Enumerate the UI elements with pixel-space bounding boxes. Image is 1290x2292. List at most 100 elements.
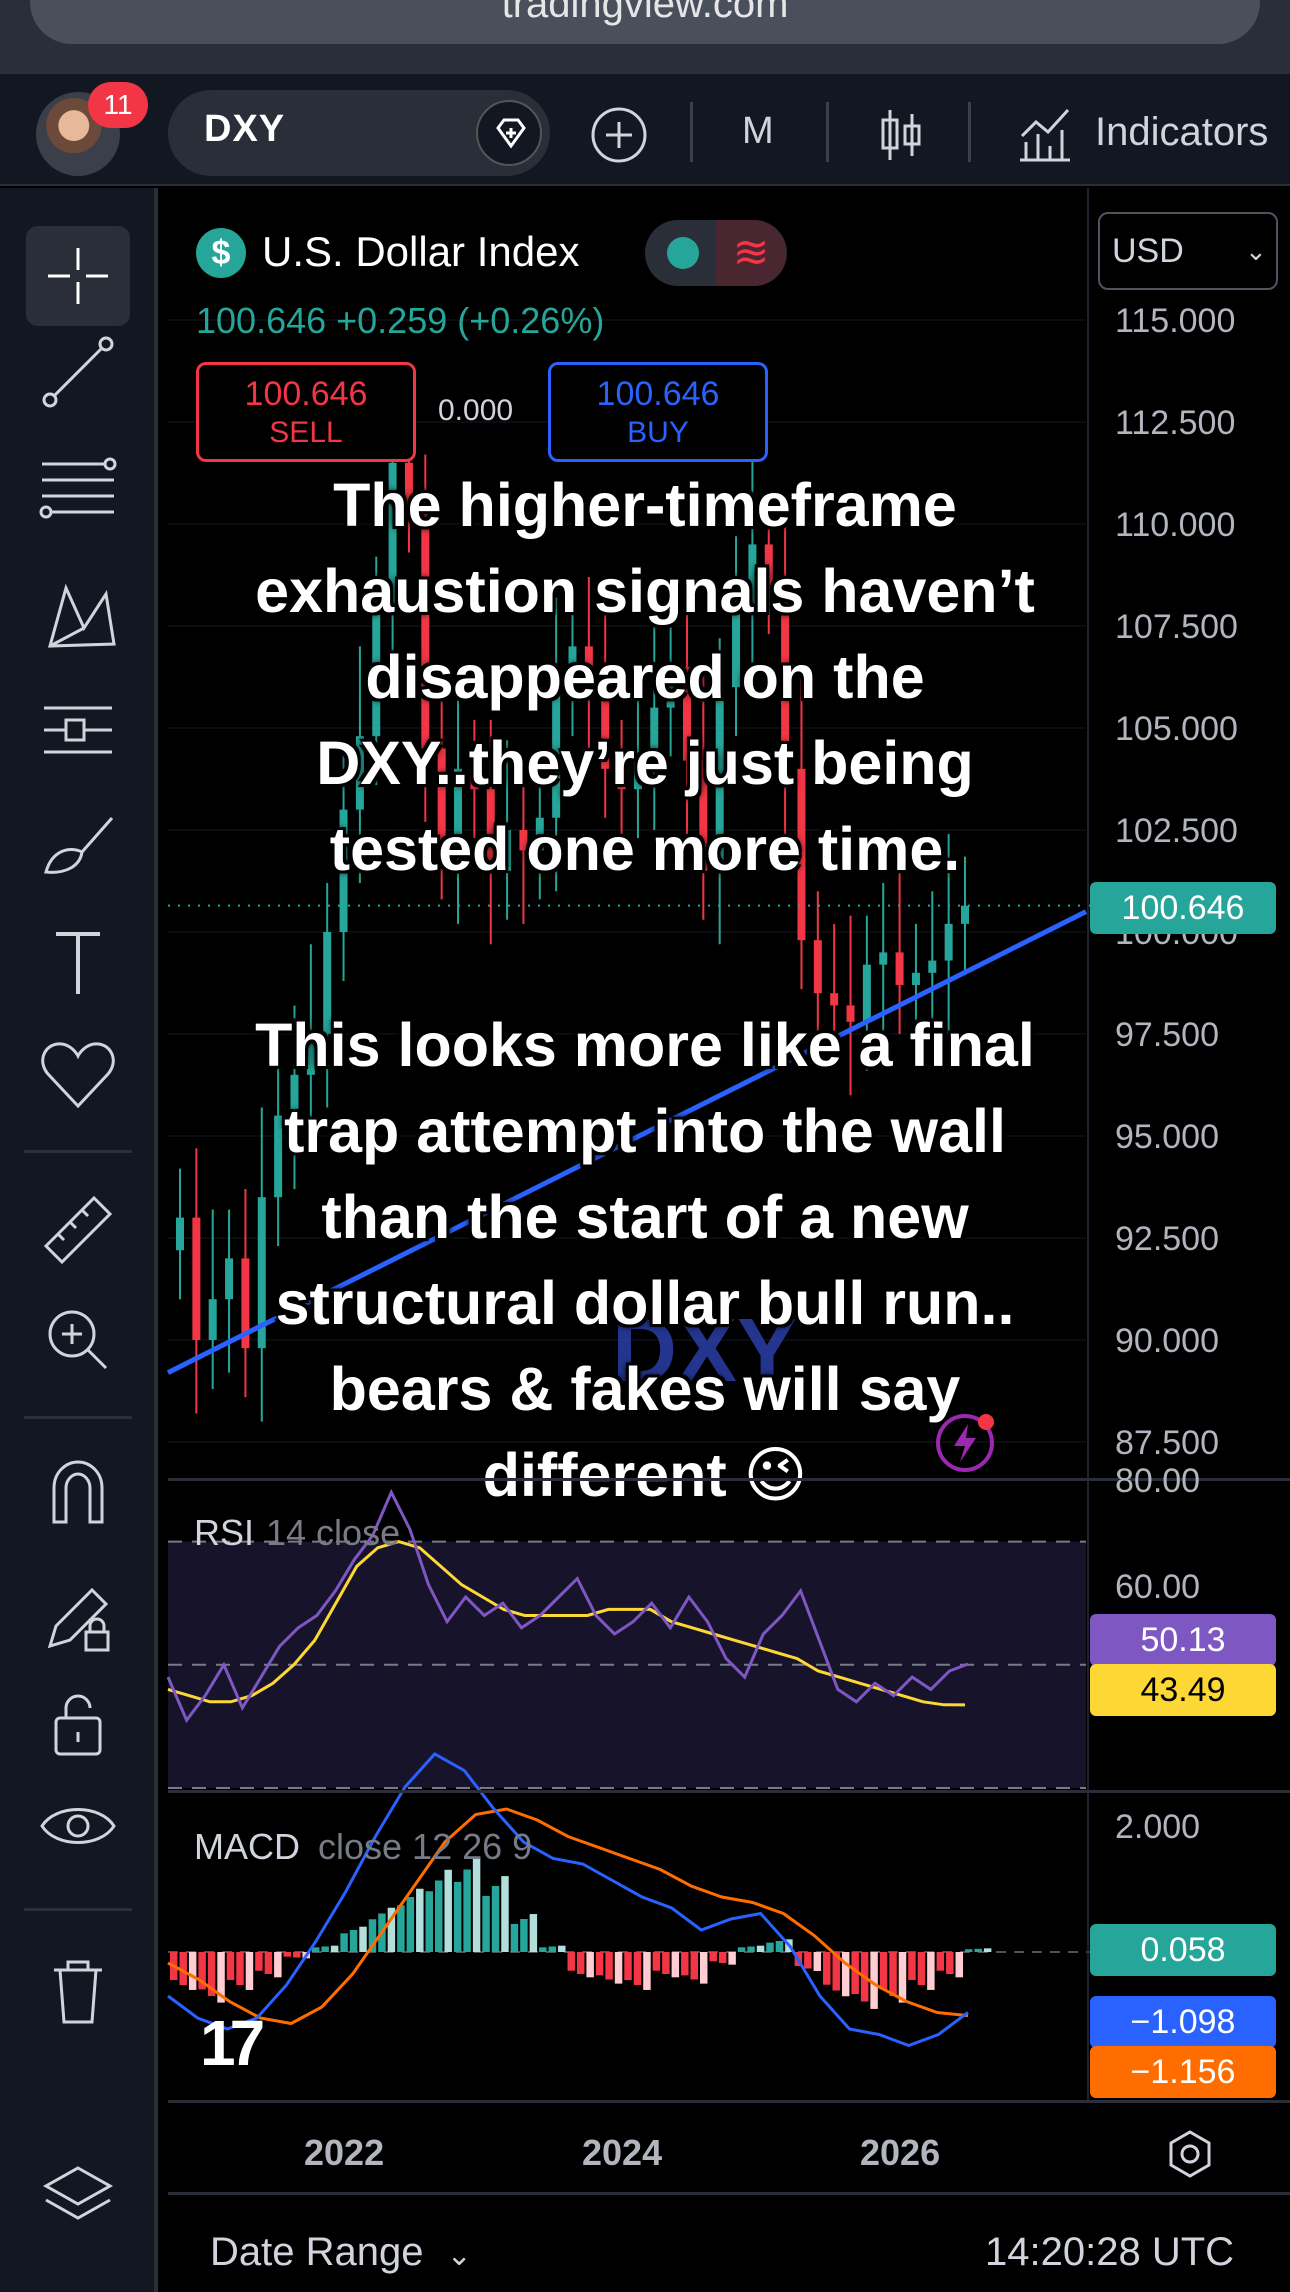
macd-histogram-bar [255, 1952, 263, 1971]
tradingview-logo[interactable]: 17 [200, 2006, 265, 2080]
macd-histogram-bar [946, 1952, 954, 1974]
buy-price: 100.646 [596, 375, 720, 413]
macd-histogram-bar [416, 1888, 424, 1952]
macd-histogram-bar [330, 1945, 339, 1952]
macd-histogram-bar [927, 1952, 935, 1990]
macd-histogram-bar [898, 1952, 907, 2003]
spread: 0.000 [438, 394, 514, 427]
settings-icon[interactable] [1162, 2126, 1218, 2182]
macd-histogram-bar [463, 1869, 471, 1952]
rsi-label: RSI [194, 1512, 255, 1553]
caption-block-1: The higher-timeframe exhaustion signals … [170, 462, 1120, 892]
year-label: 2024 [582, 2132, 663, 2173]
sell-price: 100.646 [244, 375, 368, 413]
macd-histogram-bar [662, 1952, 670, 1974]
macd-histogram-bar [965, 1949, 973, 1952]
macd-histogram-bar [974, 1948, 982, 1952]
macd-histogram-bar [804, 1952, 812, 1969]
candle-body [813, 940, 822, 994]
candle-body [911, 972, 920, 986]
macd-histogram-bar [671, 1952, 680, 1978]
clock: 14:20:28 UTC [985, 2230, 1235, 2274]
macd-histogram-bar [983, 1948, 992, 1952]
macd-histogram-bar [690, 1952, 698, 1980]
macd-histogram-bar [453, 1881, 462, 1952]
price-label: 95.000 [1115, 1118, 1219, 1156]
price-label: 87.500 [1115, 1424, 1219, 1462]
macd-histogram-bar [226, 1952, 235, 1981]
macd-histogram-bar [558, 1945, 566, 1952]
dollar-icon: $ [196, 228, 246, 278]
price-label: 105.000 [1115, 710, 1238, 748]
caption-line: This looks more like a final [255, 1011, 1035, 1079]
caption-line: trap attempt into the wall [284, 1097, 1006, 1165]
macd-histogram-bar [652, 1952, 661, 1971]
macd-histogram-bar [548, 1946, 557, 1952]
macd-histogram-bar [605, 1952, 613, 1980]
sell-button[interactable]: 100.646 SELL [196, 362, 416, 462]
macd-histogram-bar [586, 1952, 594, 1978]
macd-histogram-bar [425, 1891, 433, 1952]
macd-histogram-bar [908, 1952, 916, 1981]
macd-histogram-bar [879, 1952, 888, 1990]
macd-histogram-bar [406, 1897, 415, 1952]
caption-line: disappeared on the [365, 643, 925, 711]
macd-params: close 12 26 9 [318, 1826, 533, 1867]
currency-text: USD [1112, 232, 1184, 270]
lightning-alert-icon[interactable] [932, 1410, 998, 1476]
macd-histogram-bar [435, 1880, 443, 1952]
year-label: 2026 [860, 2132, 941, 2173]
macd-histogram-bar [539, 1947, 547, 1952]
macd-scale-top: 2.000 [1115, 1808, 1201, 1846]
candle-body [879, 952, 888, 965]
macd-histogram-bar [236, 1952, 244, 1985]
candle-body [895, 952, 904, 986]
macd-histogram-bar [529, 1914, 538, 1952]
macd-histogram-bar [567, 1952, 575, 1971]
buy-button[interactable]: 100.646 BUY [548, 362, 768, 462]
chevron-down-icon: ⌄ [1245, 236, 1267, 266]
macd-histogram-bar [681, 1952, 689, 1976]
data-wave-icon: ≋ [716, 220, 786, 286]
macd-histogram-bar [472, 1857, 481, 1952]
year-label: 2022 [304, 2132, 385, 2173]
price-label: 97.500 [1115, 1016, 1219, 1054]
candle-body [944, 923, 953, 961]
caption-line: The higher-timeframe [333, 471, 957, 539]
macd-histogram-bar [397, 1905, 405, 1952]
macd-histogram-bar [633, 1952, 642, 1985]
price-label: 107.500 [1115, 608, 1238, 646]
rsi-scale-top: 80.00 [1115, 1462, 1201, 1500]
macd-histogram-bar [245, 1952, 254, 1990]
caption-line: DXY..they’re just being [316, 729, 974, 797]
macd-histogram-bar [936, 1952, 945, 1971]
macd-histogram-bar [917, 1952, 926, 1985]
macd-histogram-bar [321, 1946, 329, 1952]
sell-label: SELL [269, 416, 343, 449]
macd-histogram-bar [766, 1942, 774, 1952]
price-label: 102.500 [1115, 812, 1238, 850]
macd-hist-badge: 0.058 [1090, 1924, 1276, 1976]
symbol-name[interactable]: U.S. Dollar Index [262, 228, 579, 276]
macd-histogram-bar [813, 1952, 822, 1971]
macd-histogram-bar [955, 1952, 963, 1978]
macd-histogram-bar [700, 1952, 708, 1984]
date-range-button[interactable]: Date Range ⌄ [210, 2230, 472, 2275]
buy-label: BUY [627, 416, 689, 449]
macd-histogram-bar [510, 1923, 519, 1952]
candle-body [961, 905, 969, 924]
macd-histogram-bar [576, 1952, 585, 1974]
macd-histogram-bar [520, 1919, 528, 1952]
macd-histogram-bar [340, 1933, 348, 1952]
macd-histogram-bar [718, 1952, 727, 1963]
caption-line: than the start of a new [321, 1183, 969, 1251]
macd-value-badge: −1.098 [1090, 1996, 1276, 2048]
rsi-value-badge: 50.13 [1090, 1614, 1276, 1666]
macd-histogram-bar [274, 1952, 282, 1978]
macd-histogram-bar [188, 1952, 197, 1990]
candle-body [928, 960, 937, 973]
rsi-params: 14 close [266, 1512, 401, 1553]
macd-histogram-bar [482, 1895, 490, 1952]
macd-histogram-bar [728, 1952, 736, 1965]
price-label: 110.000 [1115, 506, 1236, 544]
